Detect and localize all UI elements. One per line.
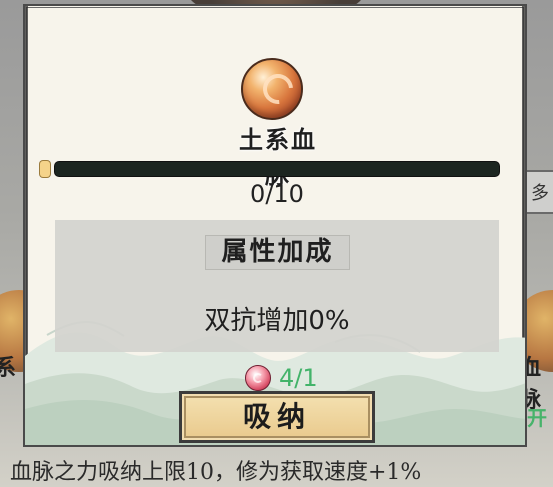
bloodline-popup: 土系血脉 0/10 属性加成 双抗增加0% 4/1 吸纳 [23, 4, 527, 447]
earth-bloodline-orb-icon [241, 58, 303, 120]
absorb-button[interactable]: 吸纳 [179, 391, 375, 443]
bloodline-progress-bar [55, 162, 499, 176]
bloodline-essence-icon [245, 365, 271, 391]
background-bottom-description: 血脉之力吸纳上限10，修为获取速度+1% [10, 460, 422, 485]
game-screen: 多 系 血脉 开 血脉之力吸纳上限10，修为获取速度+1% 土系血脉 0/10 … [0, 0, 553, 487]
popup-left-border [25, 6, 28, 445]
background-left-label: 系 [0, 355, 17, 381]
background-side-tab-text: 多 [531, 183, 549, 204]
absorb-cost-text: 4/1 [279, 364, 318, 392]
background-right-green-label: 开 [527, 406, 547, 430]
bloodline-progress-text: 0/10 [250, 180, 304, 208]
attribute-bonus-value: 双抗增加0% [204, 306, 350, 336]
swirl-icon [256, 67, 300, 111]
absorb-cost: 4/1 [245, 364, 325, 394]
attribute-bonus-title: 属性加成 [205, 235, 350, 270]
progress-cap-icon [40, 161, 50, 177]
popup-right-border [522, 6, 525, 445]
bloodline-emblem: 土系血脉 [233, 56, 323, 189]
